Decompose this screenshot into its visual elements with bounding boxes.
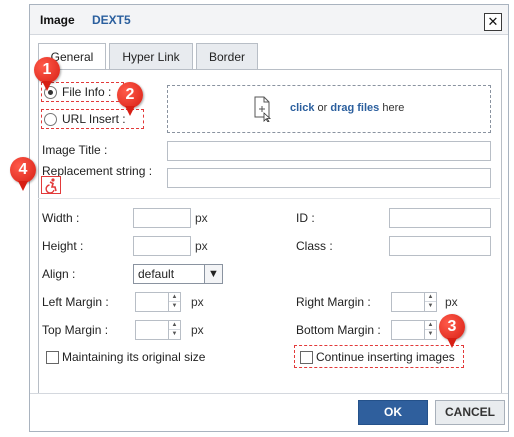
maintain-size-checkbox[interactable]: [46, 350, 59, 364]
left-margin-spin: ▲ ▼: [168, 293, 180, 311]
image-title-label: Image Title :: [42, 143, 108, 157]
chevron-down-icon: ▼: [204, 265, 222, 283]
click-link[interactable]: click: [290, 102, 314, 114]
right-margin-unit: px: [445, 295, 458, 309]
accessibility-button[interactable]: [41, 176, 61, 194]
ok-button[interactable]: OK: [358, 400, 428, 425]
width-input[interactable]: [133, 208, 191, 228]
callout-marker-1: 1: [34, 57, 60, 91]
drag-files-link[interactable]: drag files: [330, 102, 379, 114]
increment-icon[interactable]: ▲: [169, 321, 180, 330]
height-input[interactable]: [133, 236, 191, 256]
dialog-titlebar: Image DEXT5 ✕: [30, 5, 508, 35]
increment-icon[interactable]: ▲: [425, 321, 436, 330]
image-dialog: Image DEXT5 ✕ General Hyper Link Border …: [29, 4, 509, 432]
align-select[interactable]: default ▼: [133, 264, 223, 284]
id-label: ID :: [296, 211, 315, 225]
decrement-icon[interactable]: ▼: [425, 330, 436, 339]
dialog-title: Image: [40, 13, 75, 27]
class-input[interactable]: [389, 236, 491, 256]
height-label: Height :: [42, 239, 84, 253]
align-label: Align :: [42, 267, 76, 281]
file-upload-icon: [254, 96, 272, 122]
url-insert-label: URL Insert :: [62, 112, 126, 126]
left-margin-unit: px: [191, 295, 204, 309]
tab-hyper-link[interactable]: Hyper Link: [109, 43, 193, 70]
file-info-option[interactable]: File Info :: [44, 85, 111, 99]
width-unit: px: [195, 211, 208, 225]
height-unit: px: [195, 239, 208, 253]
align-selected-value: default: [138, 267, 175, 281]
file-info-label: File Info :: [62, 85, 112, 99]
or-text: or: [317, 102, 328, 114]
increment-icon[interactable]: ▲: [425, 293, 436, 302]
right-margin-spin: ▲ ▼: [424, 293, 436, 311]
file-dropzone[interactable]: click or drag files here: [167, 85, 491, 133]
section-divider: [38, 198, 500, 199]
left-margin-label: Left Margin :: [42, 295, 109, 309]
bottom-margin-label: Bottom Margin :: [296, 323, 381, 337]
id-input[interactable]: [389, 208, 491, 228]
image-title-input[interactable]: [167, 141, 491, 161]
bottom-margin-stepper[interactable]: ▲ ▼: [391, 320, 437, 340]
maintain-size-option[interactable]: Maintaining its original size: [46, 350, 205, 364]
decrement-icon[interactable]: ▼: [169, 330, 180, 339]
url-insert-option[interactable]: URL Insert :: [44, 112, 126, 126]
top-margin-spin: ▲ ▼: [168, 321, 180, 339]
width-label: Width :: [42, 211, 80, 225]
url-insert-radio[interactable]: [44, 112, 57, 126]
close-icon: ✕: [487, 14, 499, 29]
callout-marker-2: 2: [117, 82, 143, 116]
left-margin-stepper[interactable]: ▲ ▼: [135, 292, 181, 312]
right-margin-stepper[interactable]: ▲ ▼: [391, 292, 437, 312]
maintain-size-label: Maintaining its original size: [62, 350, 206, 364]
top-margin-stepper[interactable]: ▲ ▼: [135, 320, 181, 340]
dialog-footer: OK CANCEL: [30, 393, 508, 431]
callout-marker-3: 3: [439, 314, 465, 348]
decrement-icon[interactable]: ▼: [425, 302, 436, 311]
accessibility-icon: [45, 178, 57, 194]
top-margin-label: Top Margin :: [42, 323, 109, 337]
class-label: Class :: [296, 239, 333, 253]
dialog-brand: DEXT5: [92, 13, 131, 27]
continue-inserting-option[interactable]: Continue inserting images: [300, 350, 455, 364]
decrement-icon[interactable]: ▼: [169, 302, 180, 311]
tab-border[interactable]: Border: [196, 43, 258, 70]
dropzone-text: click or drag files here: [290, 102, 404, 114]
close-button[interactable]: ✕: [484, 13, 502, 31]
top-margin-unit: px: [191, 323, 204, 337]
bottom-margin-spin: ▲ ▼: [424, 321, 436, 339]
continue-inserting-label: Continue inserting images: [316, 350, 455, 364]
here-text: here: [382, 102, 405, 114]
continue-inserting-checkbox[interactable]: [300, 350, 313, 364]
right-margin-label: Right Margin :: [296, 295, 371, 309]
replacement-string-input[interactable]: [167, 168, 491, 188]
increment-icon[interactable]: ▲: [169, 293, 180, 302]
cancel-button[interactable]: CANCEL: [435, 400, 505, 425]
callout-marker-4: 4: [10, 157, 36, 191]
